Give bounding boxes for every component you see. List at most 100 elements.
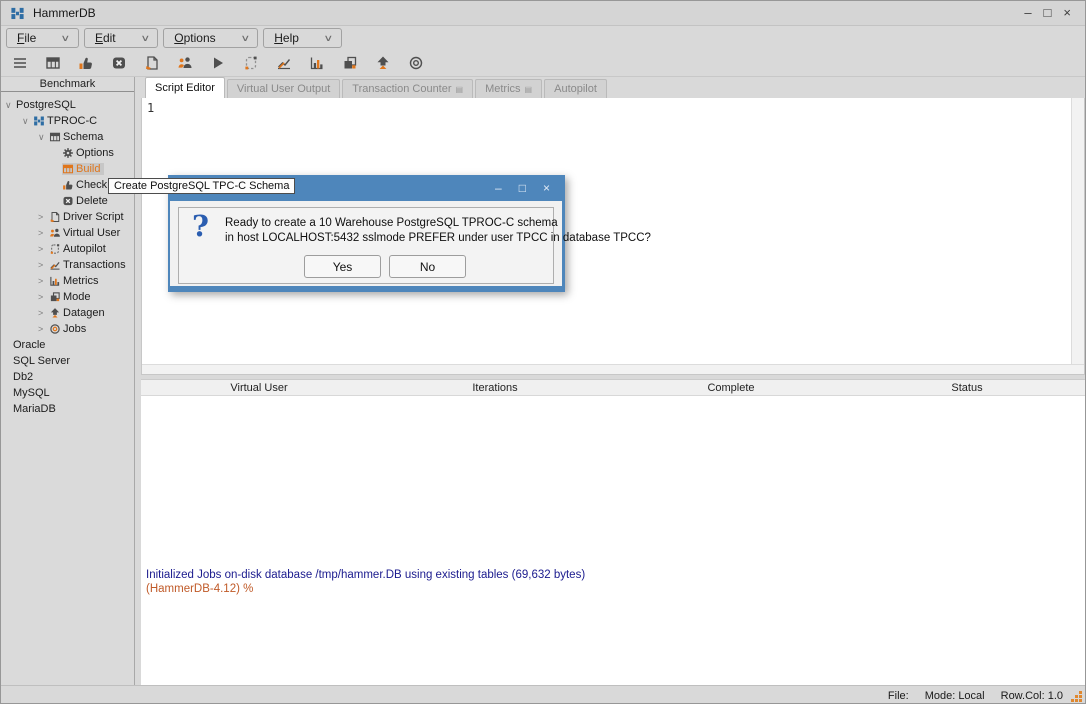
tree-item-delete[interactable]: Delete	[1, 193, 134, 209]
driver-script-icon[interactable]	[144, 55, 160, 71]
tab-script-editor[interactable]: Script Editor	[145, 77, 225, 98]
tree-item-schema[interactable]: ∨ Schema	[1, 129, 134, 145]
dialog-minimize-button[interactable]: –	[495, 179, 502, 197]
tab-autopilot[interactable]: Autopilot	[544, 79, 607, 98]
db-label[interactable]: Db2	[13, 371, 33, 383]
chevron-down-icon: ∨	[61, 33, 71, 44]
menu-help-label: Help	[274, 31, 299, 45]
sidebar-item-mariadb[interactable]: MariaDB	[1, 401, 134, 417]
tree-item-metrics[interactable]: > Metrics	[1, 273, 134, 289]
tree-item-tproc-c[interactable]: ∨ TPROC-C	[1, 113, 134, 129]
line-number: 1	[147, 101, 154, 115]
benchmark-header: Benchmark	[1, 77, 134, 92]
chevron-open-icon[interactable]: ∨	[38, 132, 47, 143]
tree-item-postgresql[interactable]: ∨ PostgreSQL	[1, 97, 134, 113]
db-label[interactable]: MySQL	[13, 387, 50, 399]
maximize-button[interactable]: □	[1044, 3, 1052, 23]
tree-item-driver-script[interactable]: > Driver Script	[1, 209, 134, 225]
tree-label[interactable]: Options	[76, 147, 114, 159]
tree-item-build[interactable]: Build	[1, 161, 134, 177]
virtual-user-icon[interactable]	[177, 55, 193, 71]
tree-item-mode[interactable]: > Mode	[1, 289, 134, 305]
tree-label[interactable]: Transactions	[63, 259, 126, 271]
sidebar-item-oracle[interactable]: Oracle	[1, 337, 134, 353]
jobs-target-icon[interactable]	[408, 55, 424, 71]
sidebar-item-sql-server[interactable]: SQL Server	[1, 353, 134, 369]
tree-label[interactable]: PostgreSQL	[16, 99, 76, 111]
menu-file[interactable]: File ∨	[6, 28, 79, 48]
chevron-closed-icon[interactable]: >	[38, 212, 47, 222]
db-label[interactable]: Oracle	[13, 339, 45, 351]
autopilot-icon	[49, 243, 61, 255]
sidebar-item-mysql[interactable]: MySQL	[1, 385, 134, 401]
menu-icon[interactable]	[12, 55, 28, 71]
db-label[interactable]: MariaDB	[13, 403, 56, 415]
yes-button[interactable]: Yes	[304, 255, 381, 278]
transactions-icon[interactable]	[276, 55, 292, 71]
horizontal-scrollbar[interactable]	[142, 364, 1084, 374]
tab-metrics[interactable]: Metrics ▤	[475, 79, 542, 98]
status-mode: Mode: Local	[925, 690, 985, 702]
benchmark-sidebar: Benchmark ∨ PostgreSQL ∨ TPROC-C ∨	[1, 77, 135, 685]
mode-layers-icon[interactable]	[342, 55, 358, 71]
minimize-button[interactable]: –	[1024, 3, 1031, 23]
selected-highlight[interactable]: Build	[62, 163, 104, 175]
tree-label[interactable]: Check	[76, 179, 107, 191]
tree-label[interactable]: Delete	[76, 195, 108, 207]
tree-label[interactable]: Metrics	[63, 275, 98, 287]
tree-label[interactable]: Jobs	[63, 323, 86, 335]
tree-label[interactable]: TPROC-C	[47, 115, 97, 127]
tree-item-jobs[interactable]: > Jobs	[1, 321, 134, 337]
tab-label: Script Editor	[155, 82, 215, 94]
tree-item-transactions[interactable]: > Transactions	[1, 257, 134, 273]
no-button[interactable]: No	[389, 255, 466, 278]
metrics-icon[interactable]	[309, 55, 325, 71]
close-button[interactable]: ×	[1063, 3, 1071, 23]
virtual-user-table-header: Virtual User Iterations Complete Status	[141, 379, 1085, 396]
delete-x-icon[interactable]	[111, 55, 127, 71]
virtual-user-table-body	[141, 396, 1085, 562]
tree-label[interactable]: Datagen	[63, 307, 105, 319]
tree-label[interactable]: Virtual User	[63, 227, 120, 239]
vertical-scrollbar[interactable]	[1071, 98, 1084, 364]
chevron-closed-icon[interactable]: >	[38, 244, 47, 254]
tree-item-virtual-user[interactable]: > Virtual User	[1, 225, 134, 241]
thumbs-up-check-icon[interactable]	[78, 55, 94, 71]
dialog-close-button[interactable]: ×	[543, 179, 550, 197]
question-mark-icon: ?	[192, 209, 209, 243]
chevron-closed-icon[interactable]: >	[38, 228, 47, 238]
tree-label[interactable]: Schema	[63, 131, 103, 143]
tree-item-autopilot[interactable]: > Autopilot	[1, 241, 134, 257]
tree-label[interactable]: Build	[76, 163, 100, 175]
chevron-closed-icon[interactable]: >	[38, 324, 47, 334]
autopilot-icon[interactable]	[243, 55, 259, 71]
mode-layers-icon	[49, 291, 61, 303]
db-label[interactable]: SQL Server	[13, 355, 70, 367]
menu-edit-label: Edit	[95, 31, 116, 45]
tab-transaction-counter[interactable]: Transaction Counter ▤	[342, 79, 473, 98]
schema-table-icon	[49, 131, 61, 143]
schema-table-icon[interactable]	[45, 55, 61, 71]
tree-label[interactable]: Autopilot	[63, 243, 106, 255]
tree-label[interactable]: Driver Script	[63, 211, 124, 223]
menu-options[interactable]: Options ∨	[163, 28, 258, 48]
sidebar-item-db2[interactable]: Db2	[1, 369, 134, 385]
chevron-closed-icon[interactable]: >	[38, 292, 47, 302]
chevron-closed-icon[interactable]: >	[38, 308, 47, 318]
menu-edit[interactable]: Edit ∨	[84, 28, 158, 48]
chevron-open-icon[interactable]: ∨	[5, 100, 14, 111]
chevron-closed-icon[interactable]: >	[38, 276, 47, 286]
dialog-maximize-button[interactable]: □	[519, 179, 526, 197]
tree-label[interactable]: Mode	[63, 291, 91, 303]
run-play-icon[interactable]	[210, 55, 226, 71]
tree-item-datagen[interactable]: > Datagen	[1, 305, 134, 321]
datagen-upload-icon[interactable]	[375, 55, 391, 71]
chevron-open-icon[interactable]: ∨	[22, 116, 31, 127]
tree-item-options[interactable]: Options	[1, 145, 134, 161]
dialog-body: ? Ready to create a 10 Warehouse Postgre…	[168, 201, 565, 292]
chevron-closed-icon[interactable]: >	[38, 260, 47, 270]
resize-grip[interactable]	[1070, 690, 1083, 703]
tab-virtual-user-output[interactable]: Virtual User Output	[227, 79, 340, 98]
tab-label: Virtual User Output	[237, 83, 330, 95]
menu-help[interactable]: Help ∨	[263, 28, 341, 48]
